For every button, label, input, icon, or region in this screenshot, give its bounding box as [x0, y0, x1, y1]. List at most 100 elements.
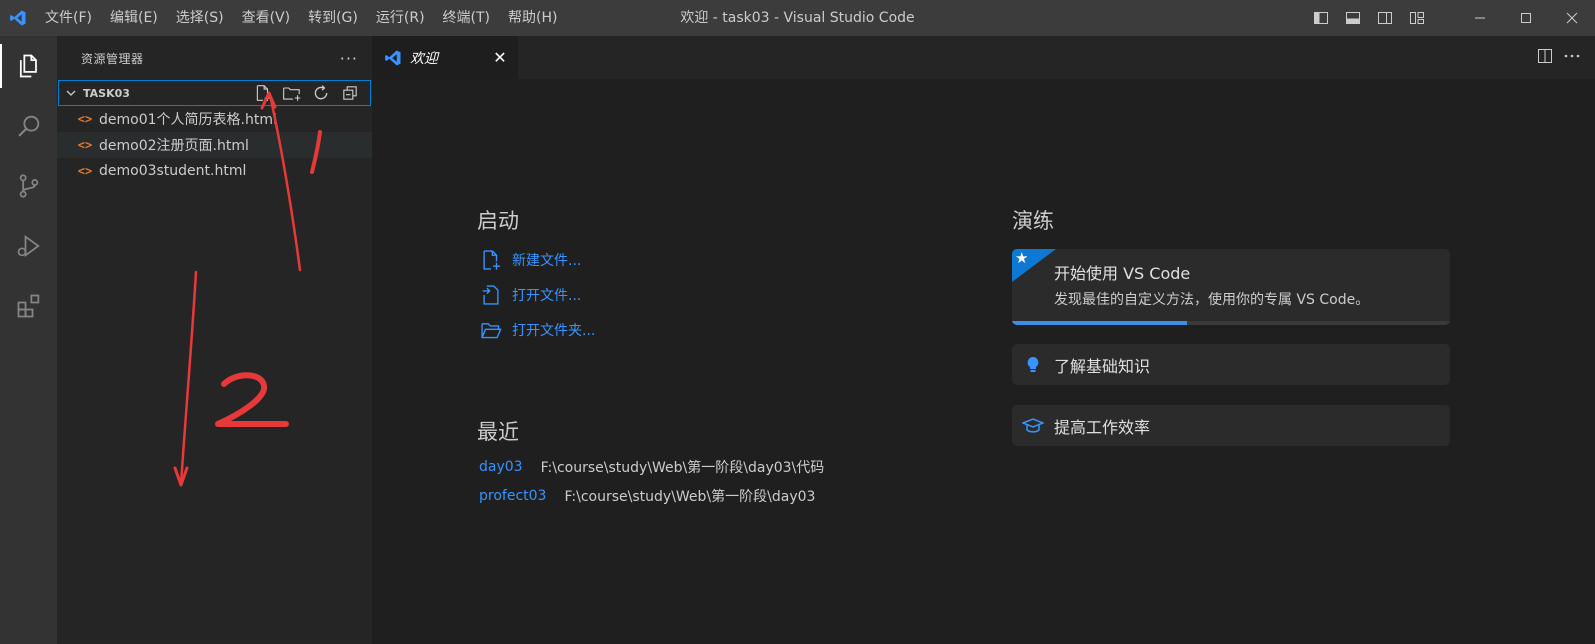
sidebar-header: 资源管理器 ··· — [57, 36, 372, 80]
run-debug-icon — [17, 234, 40, 258]
refresh-explorer-button[interactable] — [306, 81, 335, 105]
close-window-button[interactable] — [1549, 0, 1595, 36]
vscode-tab-icon — [385, 50, 401, 65]
activity-bar — [0, 36, 57, 644]
html-file-icon: <> — [77, 112, 93, 126]
collapse-all-icon — [342, 86, 357, 100]
sidebar-title: 资源管理器 — [81, 51, 144, 66]
file-item[interactable]: <> demo03student.html — [57, 158, 372, 184]
walkthrough-productivity-card[interactable]: 提高工作效率 — [1012, 405, 1450, 446]
folder-actions — [248, 81, 364, 105]
activity-source-control[interactable] — [0, 156, 57, 216]
maximize-button[interactable] — [1503, 0, 1549, 36]
star-icon: ★ — [1015, 249, 1029, 267]
walkthrough-progress-fill — [1012, 321, 1188, 325]
walkthrough-fundamentals-card[interactable]: 了解基础知识 — [1012, 344, 1450, 385]
productivity-label: 提高工作效率 — [1054, 417, 1151, 437]
open-file-label: 打开文件... — [512, 288, 582, 304]
new-file-icon — [483, 250, 500, 270]
menu-go[interactable]: 转到(G) — [299, 0, 367, 36]
recent-item: profect03 F:\course\study\Web\第一阶段\day03 — [479, 486, 815, 506]
explorer-sidebar: 资源管理器 ··· TASK03 <> demo01个人简历表格.html <> — [57, 36, 372, 644]
new-folder-button[interactable] — [277, 81, 306, 105]
walkthrough-section-title: 演练 — [1012, 209, 1054, 233]
menu-selection[interactable]: 选择(S) — [167, 0, 233, 36]
files-icon — [19, 54, 37, 78]
html-file-icon: <> — [77, 138, 93, 152]
file-item[interactable]: <> demo01个人简历表格.html — [57, 106, 372, 132]
title-bar: 文件(F) 编辑(E) 选择(S) 查看(V) 转到(G) 运行(R) 终端(T… — [0, 0, 1595, 36]
toggle-secondary-sidebar-button[interactable] — [1369, 0, 1401, 36]
editor-tabs: 欢迎 ✕ — [372, 36, 1595, 79]
vscode-logo-icon — [0, 0, 36, 36]
recent-item-path: F:\course\study\Web\第一阶段\day03\代码 — [540, 460, 825, 476]
folder-header-task03[interactable]: TASK03 — [58, 80, 371, 106]
recent-item-path: F:\course\study\Web\第一阶段\day03 — [564, 489, 816, 505]
open-folder-label: 打开文件夹... — [512, 323, 596, 339]
split-editor-button[interactable] — [1537, 48, 1553, 68]
maximize-icon — [1521, 13, 1531, 23]
open-file-link[interactable]: 打开文件... — [480, 282, 581, 308]
minimize-button[interactable] — [1457, 0, 1503, 36]
open-file-icon — [482, 285, 499, 305]
file-name: demo03student.html — [99, 163, 247, 179]
lightbulb-icon — [1012, 356, 1054, 374]
tab-welcome[interactable]: 欢迎 ✕ — [372, 36, 518, 79]
file-name: demo02注册页面.html — [99, 138, 249, 154]
close-icon — [1566, 12, 1578, 24]
menu-run[interactable]: 运行(R) — [367, 0, 434, 36]
new-file-label: 新建文件... — [512, 253, 582, 269]
editor-actions — [1537, 36, 1581, 79]
activity-search[interactable] — [0, 96, 57, 156]
new-file-button[interactable] — [248, 81, 277, 105]
recent-item: day03 F:\course\study\Web\第一阶段\day03\代码 — [479, 457, 824, 477]
file-name: demo01个人简历表格.html — [99, 112, 277, 128]
title-controls — [1305, 0, 1595, 36]
menu-file[interactable]: 文件(F) — [36, 0, 101, 36]
open-folder-icon — [481, 323, 502, 339]
search-icon — [17, 115, 39, 137]
recent-item-name[interactable]: day03 — [479, 459, 523, 475]
open-folder-link[interactable]: 打开文件夹... — [480, 317, 595, 343]
welcome-page: 启动 新建文件... 打开文件... 打开文件夹... 最近 day03 F:\… — [372, 79, 1595, 644]
walkthrough-description: 发现最佳的自定义方法，使用你的专属 VS Code。 — [1054, 292, 1370, 308]
recent-item-name[interactable]: profect03 — [479, 488, 546, 504]
more-icon — [1564, 54, 1580, 57]
panel-layout-icon — [1346, 12, 1360, 24]
html-file-icon: <> — [77, 164, 93, 178]
toggle-primary-sidebar-button[interactable] — [1305, 0, 1337, 36]
more-actions-button[interactable]: ··· — [340, 49, 358, 68]
secondary-sidebar-icon — [1378, 12, 1392, 24]
fundamentals-label: 了解基础知识 — [1054, 356, 1151, 376]
mortarboard-icon — [1012, 417, 1054, 434]
start-section-title: 启动 — [477, 209, 519, 233]
customize-layout-button[interactable] — [1401, 0, 1433, 36]
minimize-icon — [1475, 17, 1485, 19]
tab-close-button[interactable]: ✕ — [490, 47, 510, 67]
source-control-icon — [19, 174, 38, 198]
customize-layout-icon — [1410, 12, 1424, 24]
new-file-link[interactable]: 新建文件... — [480, 247, 581, 273]
folder-name: TASK03 — [83, 86, 130, 100]
activity-explorer[interactable] — [0, 36, 57, 96]
new-file-icon — [256, 85, 270, 101]
collapse-folders-button[interactable] — [335, 81, 364, 105]
walkthrough-progress — [1012, 321, 1450, 325]
toggle-panel-button[interactable] — [1337, 0, 1369, 36]
menu-view[interactable]: 查看(V) — [233, 0, 300, 36]
activity-run-debug[interactable] — [0, 216, 57, 276]
recent-section-title: 最近 — [477, 420, 519, 444]
menu-edit[interactable]: 编辑(E) — [101, 0, 167, 36]
menu-help[interactable]: 帮助(H) — [499, 0, 566, 36]
file-item[interactable]: <> demo02注册页面.html — [57, 132, 372, 158]
walkthrough-get-started-card[interactable]: ★ 开始使用 VS Code 发现最佳的自定义方法，使用你的专属 VS Code… — [1012, 249, 1450, 325]
menu-terminal[interactable]: 终端(T) — [434, 0, 499, 36]
walkthrough-title: 开始使用 VS Code — [1054, 264, 1191, 283]
menu-bar: 文件(F) 编辑(E) 选择(S) 查看(V) 转到(G) 运行(R) 终端(T… — [36, 0, 566, 36]
refresh-icon — [314, 85, 327, 100]
extensions-icon — [17, 294, 39, 318]
sidebar-layout-icon — [1314, 12, 1328, 24]
activity-extensions[interactable] — [0, 276, 57, 336]
split-editor-icon — [1538, 48, 1552, 63]
editor-more-button[interactable] — [1563, 48, 1581, 68]
